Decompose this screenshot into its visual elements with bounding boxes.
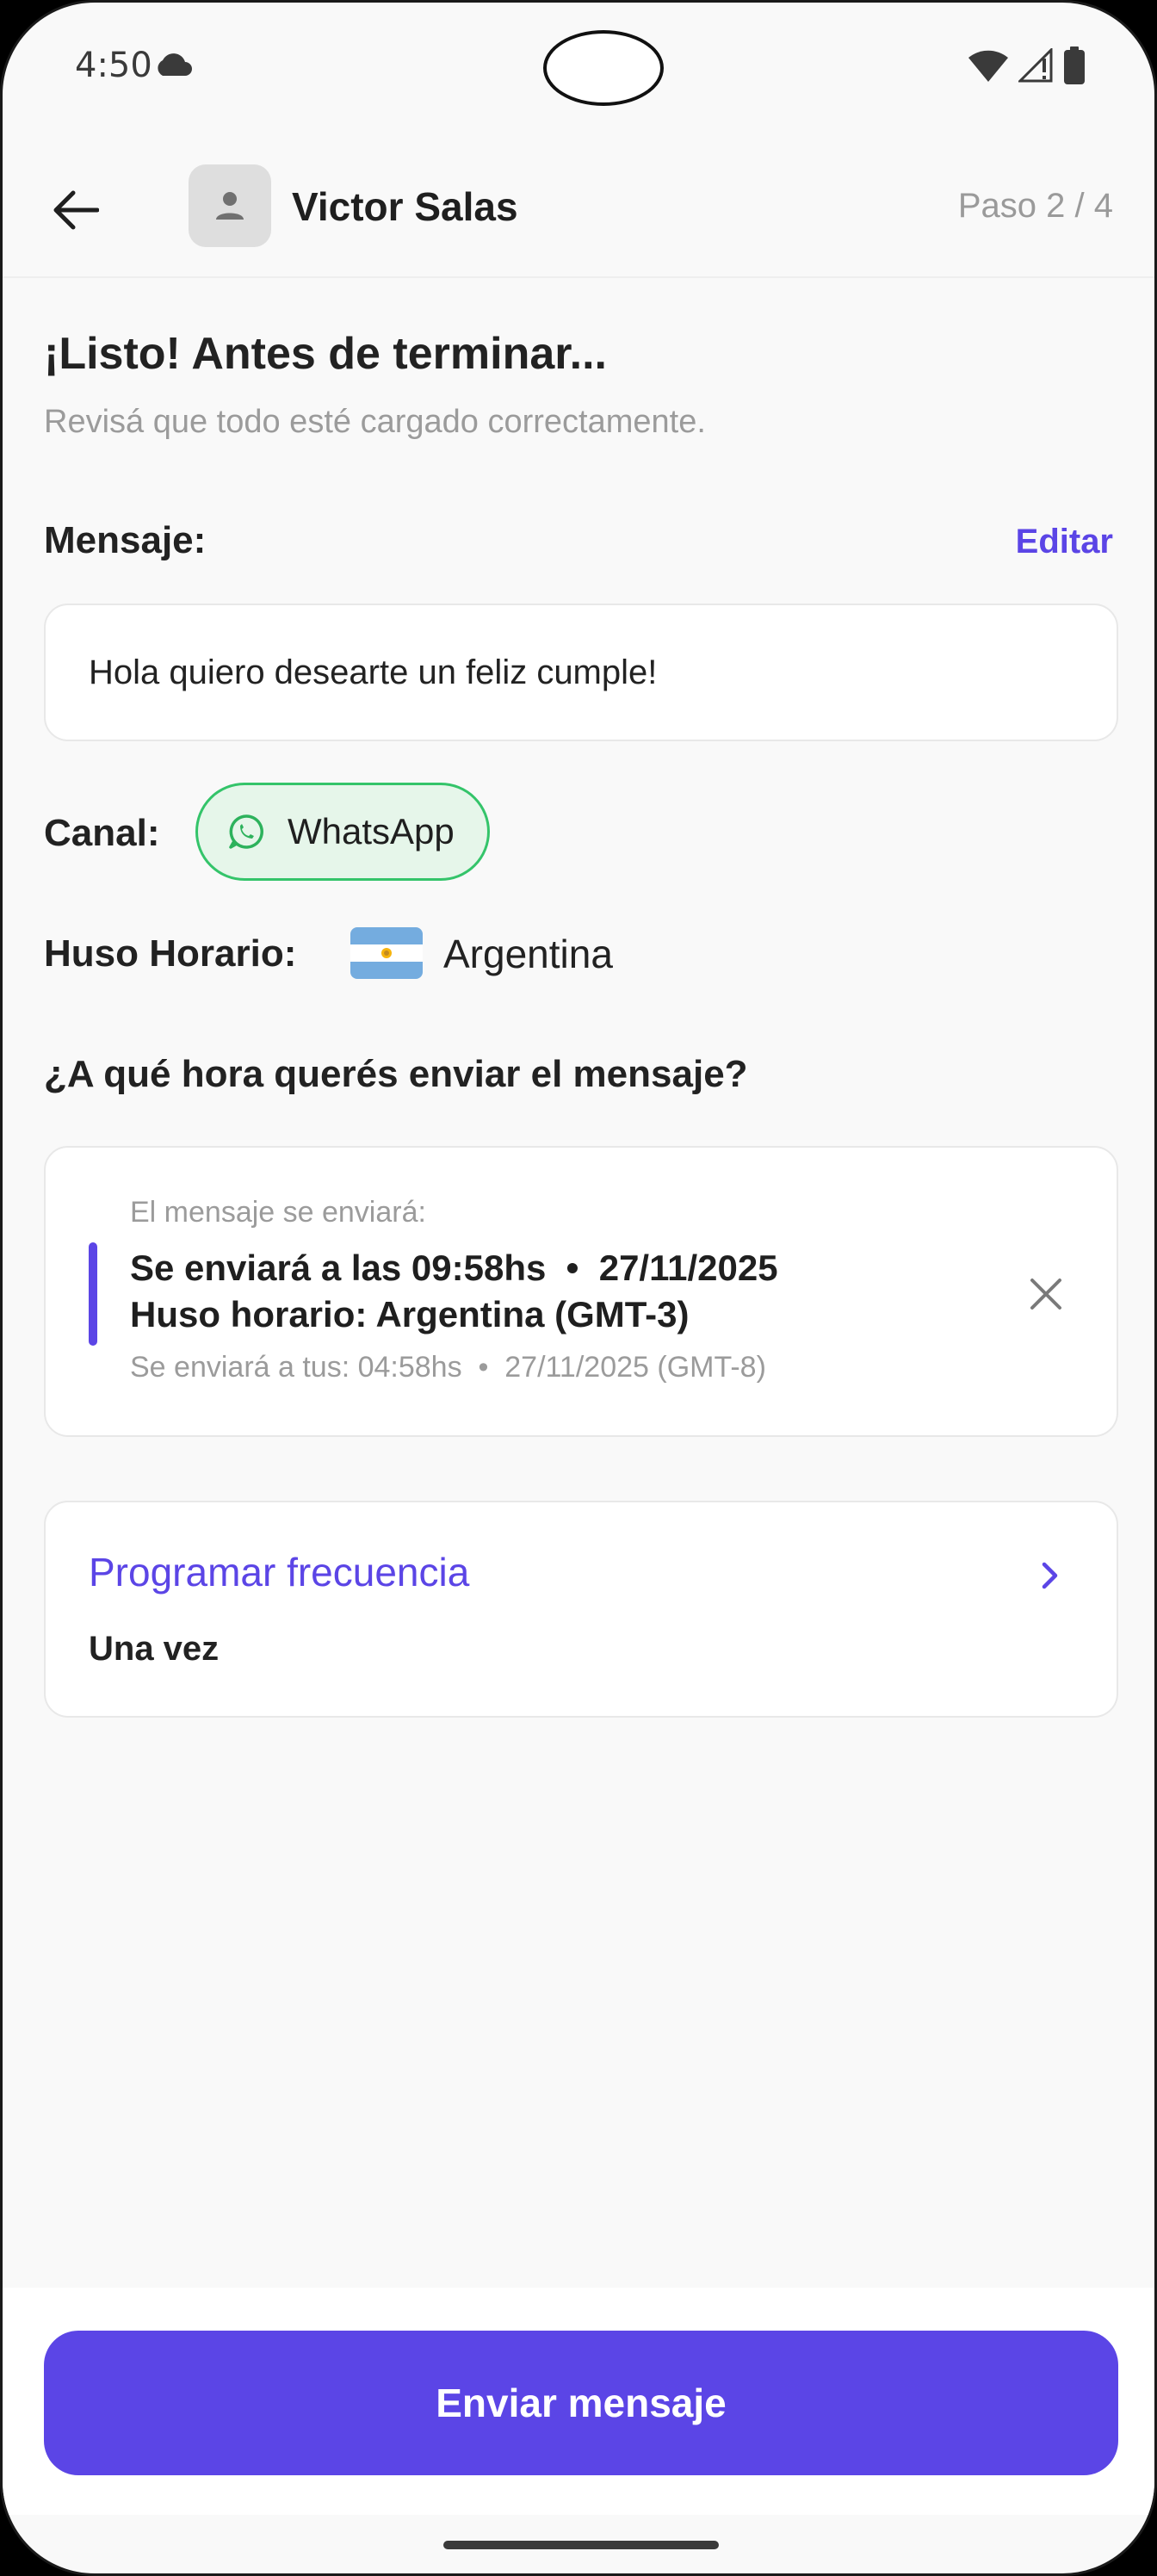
edit-button[interactable]: Editar: [1016, 523, 1113, 561]
schedule-send-time: Se enviará a las 09:58hs • 27/11/2025: [130, 1248, 778, 1288]
signal-icon: [1018, 48, 1053, 83]
camera-cutout: [543, 30, 664, 106]
timezone-label: Huso Horario:: [44, 932, 297, 975]
send-message-button[interactable]: Enviar mensaje: [44, 2331, 1118, 2475]
back-button[interactable]: [46, 180, 106, 240]
home-indicator[interactable]: [443, 2541, 719, 2549]
frequency-card[interactable]: Programar frecuencia Una vez: [44, 1501, 1118, 1718]
schedule-local-time: Se enviará a tus: 04:58hs • 27/11/2025 (…: [130, 1351, 766, 1384]
app-header: Victor Salas Paso 2 / 4: [3, 140, 1154, 278]
frequency-title: Programar frecuencia: [89, 1550, 470, 1595]
page-subtitle: Revisá que todo esté cargado correctamen…: [44, 404, 706, 440]
page-title: ¡Listo! Antes de terminar...: [44, 329, 607, 379]
accent-bar: [89, 1242, 97, 1346]
schedule-caption: El mensaje se enviará:: [130, 1196, 426, 1229]
status-bar: 4:50: [3, 3, 1154, 132]
schedule-timezone: Huso horario: Argentina (GMT-3): [130, 1294, 690, 1334]
cloud-icon: [158, 53, 192, 76]
whatsapp-icon: [229, 814, 263, 849]
argentina-flag-icon: [350, 927, 423, 979]
message-card: Hola quiero desearte un feliz cumple!: [44, 604, 1118, 741]
step-indicator: Paso 2 / 4: [957, 187, 1113, 225]
channel-chip-label: WhatsApp: [288, 811, 455, 851]
phone-screen: 4:50 Victor Salas Paso 2 / 4 ¡Listo! Ant…: [0, 0, 1157, 2576]
contact-name: Victor Salas: [292, 184, 518, 229]
chevron-right-icon: [1029, 1554, 1072, 1597]
clear-schedule-button[interactable]: [1020, 1268, 1072, 1320]
message-label: Mensaje:: [44, 519, 207, 561]
battery-icon: [1064, 46, 1085, 84]
arrow-left-icon: [53, 190, 99, 230]
schedule-card: El mensaje se enviará: Se enviará a las …: [44, 1146, 1118, 1437]
channel-label: Canal:: [44, 812, 160, 854]
channel-chip-whatsapp[interactable]: WhatsApp: [195, 783, 490, 881]
message-text: Hola quiero desearte un feliz cumple!: [89, 653, 658, 691]
close-icon: [1030, 1279, 1061, 1310]
frequency-value: Una vez: [89, 1630, 220, 1668]
time-question: ¿A qué hora querés enviar el mensaje?: [44, 1053, 748, 1095]
status-icons: [968, 46, 1086, 85]
avatar: [189, 164, 271, 247]
person-icon: [216, 192, 244, 220]
timezone-value: Argentina: [443, 932, 613, 976]
status-time: 4:50: [75, 46, 152, 85]
bottom-bar: Enviar mensaje: [3, 2288, 1154, 2515]
wifi-icon: [968, 50, 1008, 82]
